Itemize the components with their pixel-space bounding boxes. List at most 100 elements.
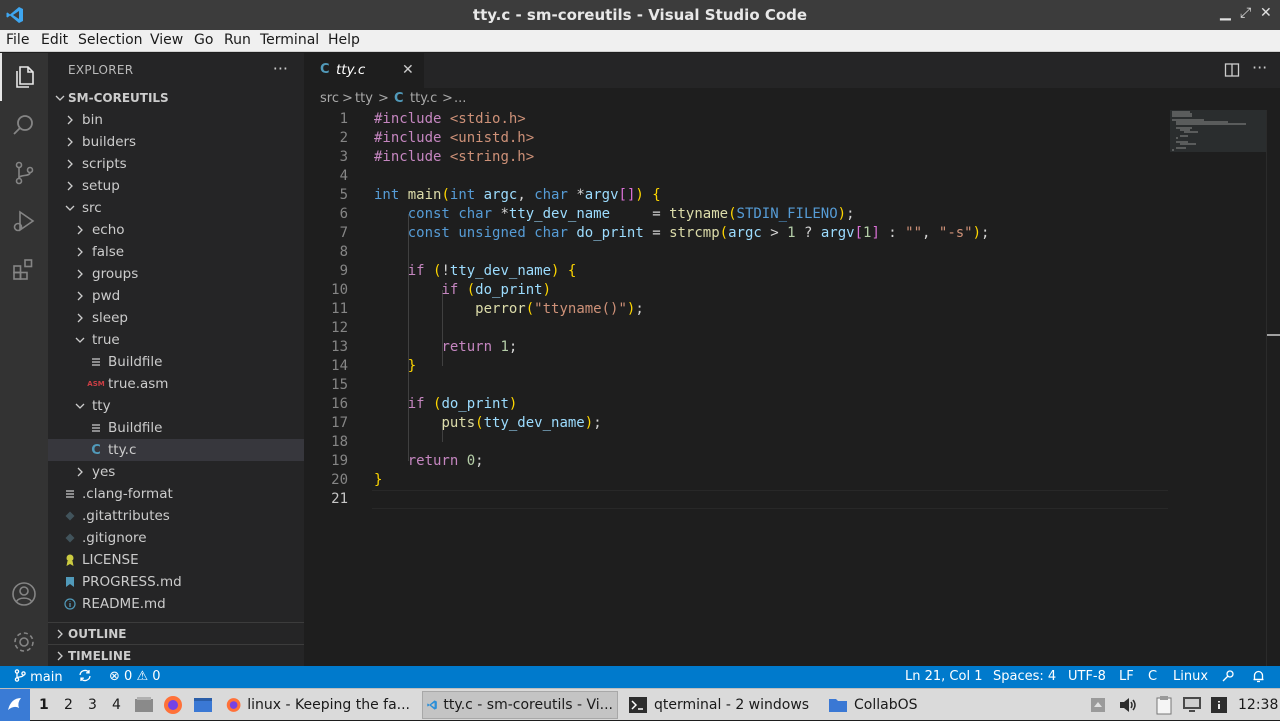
show-desktop-button[interactable] xyxy=(134,689,154,721)
tab-tty-c[interactable]: C tty.c ✕ xyxy=(304,53,424,88)
vertical-scrollbar[interactable] xyxy=(1266,110,1280,666)
tree-file[interactable]: .clang-format xyxy=(48,483,304,505)
code-editor[interactable]: 1 2 3 4 5 6 7 8 9 10 11 12 13 14 15 16 17 18 19 20 21 #inclu… xyxy=(304,110,1280,666)
tree-file[interactable]: .gitattributes xyxy=(48,505,304,527)
tree-file[interactable]: Ctty.c xyxy=(48,439,304,461)
tree-folder[interactable]: echo xyxy=(48,219,304,241)
line-number: 7 xyxy=(339,225,348,241)
desktop-3-button[interactable]: 3 xyxy=(88,697,97,713)
outline-section[interactable]: OUTLINE xyxy=(48,622,304,644)
tab-label: tty.c xyxy=(336,62,366,78)
end-of-line[interactable]: LF xyxy=(1119,669,1134,684)
breadcrumb-symbols[interactable]: ... xyxy=(454,91,466,106)
tree-file[interactable]: PROGRESS.md xyxy=(48,571,304,593)
task-vscode[interactable]: tty.c - sm-coreutils - Vi... xyxy=(422,691,618,719)
display-button[interactable] xyxy=(1182,689,1202,721)
tree-file[interactable]: Buildfile xyxy=(48,351,304,373)
minimize-button[interactable]: ▁ xyxy=(1220,5,1231,21)
tree-folder[interactable]: yes xyxy=(48,461,304,483)
menu-edit[interactable]: Edit xyxy=(41,32,68,48)
desktop-2-button[interactable]: 2 xyxy=(64,697,73,713)
current-line-highlight xyxy=(372,490,1168,509)
indentation[interactable]: Spaces: 4 xyxy=(993,669,1056,684)
close-window-button[interactable]: ✕ xyxy=(1260,5,1272,21)
desktop-4-button[interactable]: 4 xyxy=(112,697,121,713)
activity-bar xyxy=(0,53,48,666)
clipboard-button[interactable] xyxy=(1155,689,1173,721)
task-collabos[interactable]: CollabOS xyxy=(824,691,954,719)
tree-folder[interactable]: sleep xyxy=(48,307,304,329)
breadcrumb-separator: > xyxy=(342,91,353,106)
clock[interactable]: 12:38 xyxy=(1238,689,1278,721)
tree-folder[interactable]: src xyxy=(48,197,304,219)
start-menu-button[interactable] xyxy=(0,689,30,721)
file-manager-launcher[interactable] xyxy=(193,689,213,721)
firefox-launcher[interactable] xyxy=(163,689,183,721)
maximize-button[interactable]: ⤢ xyxy=(1240,5,1251,21)
volume-button[interactable] xyxy=(1118,689,1138,721)
tree-folder[interactable]: bin xyxy=(48,109,304,131)
tree-file[interactable]: .gitignore xyxy=(48,527,304,549)
tree-folder[interactable]: setup xyxy=(48,175,304,197)
c-file-icon: C xyxy=(91,442,101,458)
editor-tab-bar: C tty.c ✕ ··· xyxy=(304,53,1280,88)
tree-file[interactable]: ASM true.asm xyxy=(48,373,304,395)
project-root[interactable]: SM-COREUTILS xyxy=(48,87,304,109)
close-tab-button[interactable]: ✕ xyxy=(402,62,414,78)
folder-icon xyxy=(829,699,847,712)
branch-indicator[interactable]: main xyxy=(14,669,63,685)
tree-folder[interactable]: false xyxy=(48,241,304,263)
task-qterminal[interactable]: qterminal - 2 windows xyxy=(624,691,814,719)
feedback-button[interactable] xyxy=(1221,669,1235,685)
menu-go[interactable]: Go xyxy=(194,32,213,48)
explorer-activity[interactable] xyxy=(0,53,48,101)
menu-view[interactable]: View xyxy=(150,32,183,48)
menu-help[interactable]: Help xyxy=(328,32,360,48)
language-mode[interactable]: C xyxy=(1148,669,1157,684)
breadcrumb-src[interactable]: src xyxy=(320,91,339,106)
problems-indicator[interactable]: ⊗ 0 ⚠ 0 xyxy=(109,669,161,684)
tree-folder[interactable]: tty xyxy=(48,395,304,417)
lines-file-icon xyxy=(88,417,104,439)
tree-folder[interactable]: scripts xyxy=(48,153,304,175)
app-launcher-icon xyxy=(8,698,21,710)
chevron-right-icon xyxy=(77,313,83,323)
tree-item-label: README.md xyxy=(82,596,166,612)
platform[interactable]: Linux xyxy=(1173,669,1208,684)
manage-activity[interactable] xyxy=(0,618,48,666)
timeline-section[interactable]: TIMELINE xyxy=(48,644,304,666)
updates-button[interactable] xyxy=(1210,689,1228,721)
code-line: perror("ttyname()"); xyxy=(475,301,644,317)
run-debug-activity[interactable] xyxy=(0,197,48,245)
tree-file[interactable]: README.md xyxy=(48,593,304,615)
desktop-1-button[interactable]: 1 xyxy=(39,697,49,713)
minimap[interactable] xyxy=(1170,110,1270,666)
tree-file[interactable]: LICENSE xyxy=(48,549,304,571)
tree-folder[interactable]: pwd xyxy=(48,285,304,307)
chevron-down-icon xyxy=(75,337,85,343)
cursor-position[interactable]: Ln 21, Col 1 xyxy=(905,669,982,684)
menu-selection[interactable]: Selection xyxy=(78,32,143,48)
menu-terminal[interactable]: Terminal xyxy=(260,32,319,48)
encoding[interactable]: UTF-8 xyxy=(1068,669,1106,684)
sync-button[interactable] xyxy=(78,669,92,685)
breadcrumb-file[interactable]: tty.c xyxy=(410,91,437,106)
notifications-button[interactable] xyxy=(1252,669,1265,685)
split-editor-button[interactable] xyxy=(1224,62,1240,82)
tree-file[interactable]: Buildfile xyxy=(48,417,304,439)
tree-folder[interactable]: builders xyxy=(48,131,304,153)
breadcrumb-tty[interactable]: tty xyxy=(355,91,373,106)
menu-file[interactable]: File xyxy=(6,32,29,48)
accounts-activity[interactable] xyxy=(0,570,48,618)
search-activity[interactable] xyxy=(0,101,48,149)
source-control-activity[interactable] xyxy=(0,149,48,197)
tree-item-label: sleep xyxy=(92,310,128,326)
tray-up-arrow[interactable] xyxy=(1090,689,1106,721)
tree-folder[interactable]: groups xyxy=(48,263,304,285)
menu-run[interactable]: Run xyxy=(224,32,251,48)
editor-more-actions-button[interactable]: ··· xyxy=(1252,58,1267,77)
tree-folder[interactable]: true xyxy=(48,329,304,351)
more-actions-button[interactable]: ··· xyxy=(273,59,288,78)
task-firefox[interactable]: linux - Keeping the fa... xyxy=(222,691,414,719)
extensions-activity[interactable] xyxy=(0,245,48,293)
